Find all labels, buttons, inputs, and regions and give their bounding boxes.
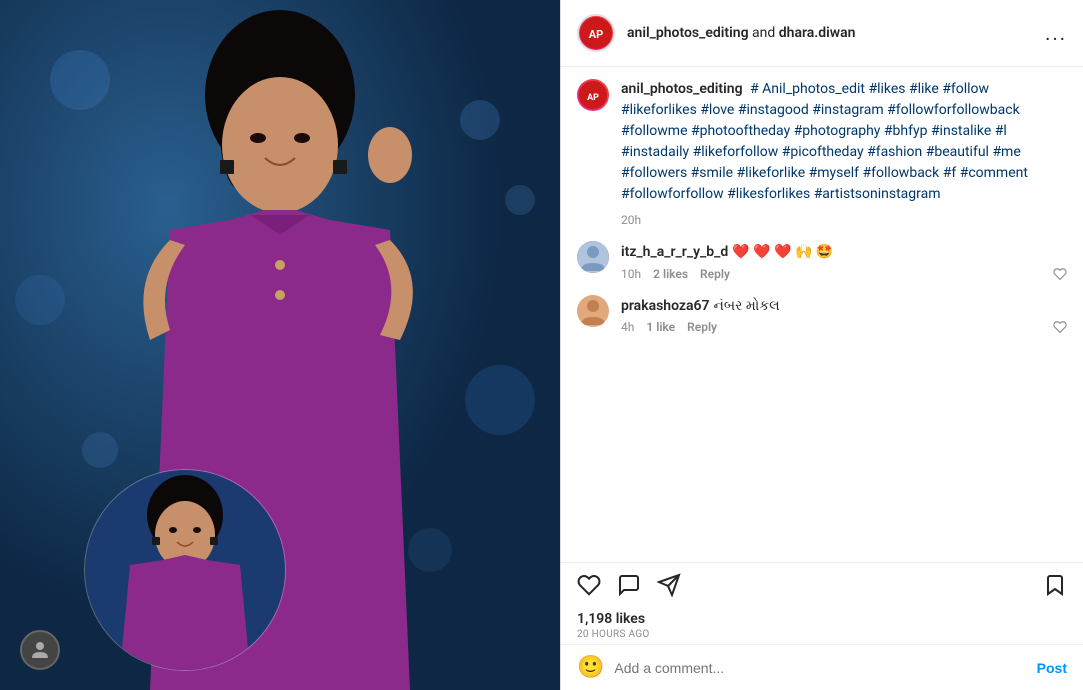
comment-input[interactable] [614,660,1036,676]
user-avatar-bottom [20,630,60,670]
header-usernames: anil_photos_editing and dhara.diwan [627,25,1045,41]
collab-text: and [752,25,779,41]
more-options-button[interactable]: ... [1045,21,1067,45]
comment-2-meta: 4h 1 like Reply [621,320,1067,334]
emoji-button[interactable]: 🙂 [577,655,604,680]
share-icon[interactable] [657,573,681,597]
post-header: AP anil_photos_editing and dhara.diwan .… [561,0,1083,67]
action-bar [561,562,1083,607]
comment-1-meta: 10h 2 likes Reply [621,267,1067,281]
comment-1-likes: 2 likes [653,267,688,281]
comment-2-username[interactable]: prakashoza67 [621,298,710,314]
comment-1: itz_h_a_r_r_y_b_d ❤️ ❤️ ❤️ 🙌 🤩 10h 2 lik… [577,241,1067,281]
photo-panel [0,0,560,690]
comment-2: prakashoza67 નંબર મોકલ 4h 1 like Reply [577,295,1067,335]
bookmark-icon[interactable] [1043,573,1067,597]
comment-1-content: itz_h_a_r_r_y_b_d ❤️ ❤️ ❤️ 🙌 🤩 10h 2 lik… [621,241,1067,281]
comment-1-emojis: ❤️ ❤️ ❤️ 🙌 🤩 [732,244,833,260]
caption-block: AP anil_photos_editing # Anil_photos_edi… [577,79,1067,229]
comment-1-username[interactable]: itz_h_a_r_r_y_b_d [621,244,728,260]
header-avatar[interactable]: AP [577,14,615,52]
svg-text:AP: AP [587,93,599,103]
comment-1-avatar[interactable] [577,241,609,273]
caption-timestamp: 20h [621,211,1067,229]
caption-body: # Anil_photos_edit #likes #like #follow … [621,81,1028,202]
comment-2-heart-icon[interactable] [1053,320,1067,334]
comment-2-reply-button[interactable]: Reply [687,320,717,334]
post-content: AP anil_photos_editing # Anil_photos_edi… [561,67,1083,562]
comment-2-body: નંબર મોકલ [714,298,780,314]
comment-1-reply-button[interactable]: Reply [700,267,730,281]
comment-1-heart-icon[interactable] [1053,267,1067,281]
likes-section: 1,198 likes 20 HOURS AGO [561,607,1083,644]
caption-text: anil_photos_editing # Anil_photos_edit #… [621,79,1067,229]
comment-2-likes: 1 like [646,320,675,334]
caption-avatar[interactable]: AP [577,79,609,111]
time-ago: 20 HOURS AGO [577,629,1067,640]
main-photo [0,0,560,690]
main-username[interactable]: anil_photos_editing [627,25,749,41]
comment-input-bar: 🙂 Post [561,644,1083,690]
right-panel: AP anil_photos_editing and dhara.diwan .… [560,0,1083,690]
svg-text:AP: AP [589,28,603,41]
comment-1-time: 10h [621,267,641,281]
collab-username[interactable]: dhara.diwan [779,25,856,41]
comment-icon[interactable] [617,573,641,597]
action-icons [577,573,1043,597]
likes-count[interactable]: 1,198 likes [577,611,1067,627]
post-button[interactable]: Post [1037,660,1067,676]
comment-2-content: prakashoza67 નંબર મોકલ 4h 1 like Reply [621,295,1067,335]
like-icon[interactable] [577,573,601,597]
comment-2-avatar[interactable] [577,295,609,327]
comment-2-time: 4h [621,320,634,334]
caption-username[interactable]: anil_photos_editing [621,81,743,97]
